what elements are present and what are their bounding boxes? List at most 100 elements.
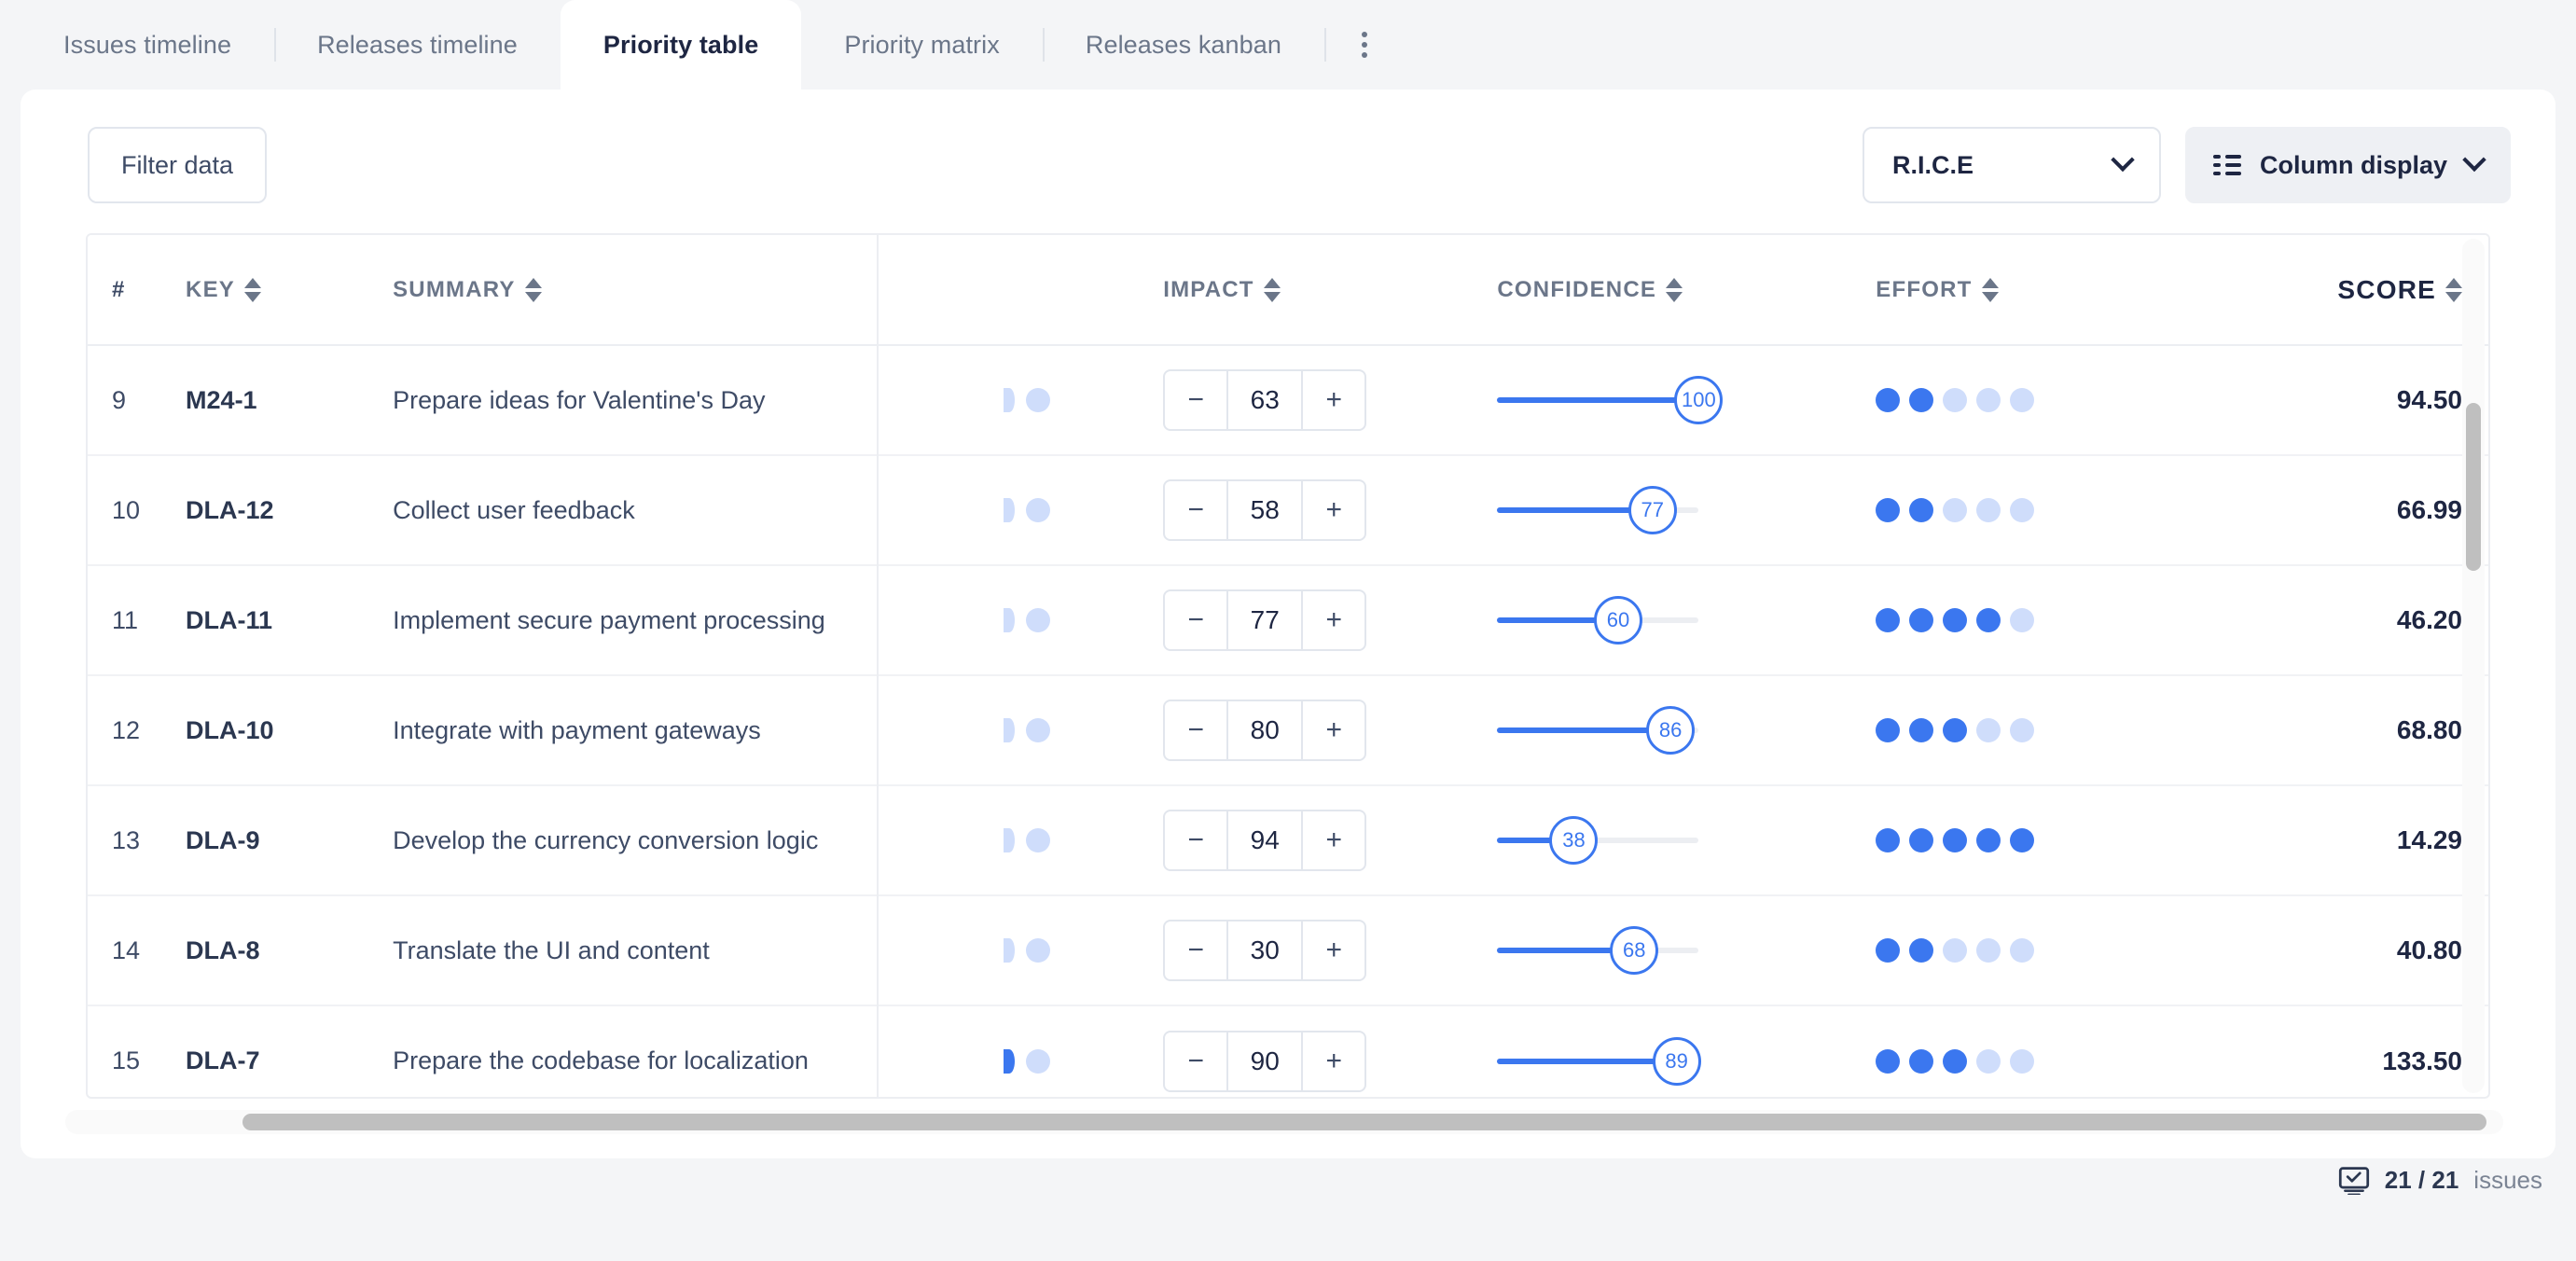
sort-toggle-icon[interactable] — [2445, 277, 2462, 302]
cell-summary[interactable]: Develop the currency conversion logic — [393, 785, 1030, 896]
impact-value[interactable]: 30 — [1228, 922, 1301, 979]
cell-reach[interactable] — [1003, 895, 1164, 1006]
tab-priority-matrix[interactable]: Priority matrix — [801, 0, 1043, 90]
cell-effort[interactable] — [1876, 675, 2154, 786]
cell-confidence[interactable]: 68 — [1497, 895, 1877, 1006]
cell-effort[interactable] — [1876, 565, 2154, 676]
effort-dot[interactable] — [1943, 1048, 1968, 1074]
cell-reach[interactable] — [1003, 345, 1164, 456]
effort-dots[interactable] — [1876, 718, 2154, 742]
column-header-key[interactable]: KEY — [186, 235, 394, 346]
cell-issue-key[interactable]: DLA-11 — [186, 565, 394, 676]
reach-dot[interactable] — [1025, 388, 1050, 412]
cell-impact[interactable]: −94 + — [1163, 785, 1498, 896]
effort-dots[interactable] — [1876, 608, 2154, 632]
horizontal-scrollbar-thumb[interactable] — [242, 1114, 2486, 1130]
reach-dot[interactable] — [1025, 608, 1050, 632]
effort-dot[interactable] — [1976, 498, 2001, 522]
cell-confidence[interactable]: 60 — [1497, 565, 1877, 676]
reach-dot-clipped[interactable] — [1003, 608, 1015, 632]
impact-decrement-button[interactable]: − — [1165, 701, 1229, 759]
impact-value[interactable]: 90 — [1228, 1032, 1301, 1090]
impact-stepper[interactable]: −63 + — [1163, 369, 1367, 431]
confidence-slider[interactable]: 38 — [1497, 810, 1699, 871]
column-header-score[interactable]: SCORE — [2154, 235, 2488, 346]
cell-reach[interactable] — [1003, 785, 1164, 896]
reach-dots[interactable] — [1003, 388, 1163, 412]
impact-increment-button[interactable]: + — [1301, 922, 1364, 979]
reach-dot-clipped[interactable] — [1003, 388, 1015, 412]
cell-impact[interactable]: −90 + — [1163, 1005, 1497, 1097]
sort-toggle-icon[interactable] — [1981, 277, 1999, 302]
confidence-slider[interactable]: 77 — [1497, 479, 1699, 541]
effort-dot[interactable] — [1909, 718, 1934, 742]
reach-dot[interactable] — [1025, 828, 1050, 852]
framework-select[interactable]: R.I.C.E — [1862, 127, 2161, 203]
table-row[interactable]: 10 DLA-12 Collect user feedback −58 +77 66.99 — [88, 455, 2488, 566]
cell-summary[interactable]: Collect user feedback — [393, 455, 1030, 566]
effort-dot[interactable] — [2010, 938, 2035, 963]
cell-impact[interactable]: −58 + — [1163, 455, 1498, 566]
effort-dots[interactable] — [1876, 828, 2154, 852]
tab-releases-kanban[interactable]: Releases kanban — [1042, 0, 1324, 90]
impact-increment-button[interactable]: + — [1301, 481, 1364, 539]
reach-dot-clipped[interactable] — [1003, 718, 1015, 742]
effort-dots[interactable] — [1876, 498, 2154, 522]
cell-effort[interactable] — [1876, 1005, 2154, 1097]
effort-dot[interactable] — [1909, 938, 1934, 963]
impact-decrement-button[interactable]: − — [1165, 371, 1229, 429]
impact-increment-button[interactable]: + — [1301, 811, 1364, 869]
cell-issue-key[interactable]: DLA-12 — [186, 455, 394, 566]
column-header-confidence[interactable]: CONFIDENCE — [1497, 235, 1877, 346]
impact-value[interactable]: 94 — [1228, 811, 1301, 869]
effort-dot[interactable] — [1976, 718, 2001, 742]
reach-dot-clipped[interactable] — [1003, 828, 1015, 852]
effort-dot[interactable] — [1943, 608, 1968, 632]
confidence-slider[interactable]: 60 — [1497, 589, 1699, 651]
table-row[interactable]: 15 DLA-7 Prepare the codebase for localiza… — [88, 1005, 2488, 1097]
confidence-slider[interactable]: 89 — [1497, 1031, 1701, 1092]
confidence-slider-knob[interactable]: 68 — [1610, 926, 1659, 975]
cell-impact[interactable]: −77 + — [1163, 565, 1498, 676]
reach-dot-clipped[interactable] — [1003, 938, 1015, 963]
effort-dot[interactable] — [1943, 938, 1968, 963]
impact-decrement-button[interactable]: − — [1165, 591, 1229, 649]
reach-dots[interactable] — [1003, 1048, 1163, 1074]
effort-dot[interactable] — [2010, 1048, 2035, 1074]
confidence-slider-knob[interactable]: 77 — [1627, 486, 1677, 534]
cell-issue-key[interactable]: DLA-7 — [186, 1005, 393, 1097]
cell-confidence[interactable]: 38 — [1497, 785, 1877, 896]
cell-summary[interactable]: Prepare ideas for Valentine's Day — [393, 345, 1030, 456]
reach-dots[interactable] — [1003, 828, 1163, 852]
impact-increment-button[interactable]: + — [1301, 1032, 1364, 1090]
impact-decrement-button[interactable]: − — [1165, 1032, 1229, 1090]
effort-dot[interactable] — [2010, 828, 2035, 852]
column-display-button[interactable]: Column display — [2184, 127, 2511, 203]
reach-dot-clipped[interactable] — [1003, 498, 1015, 522]
reach-dot[interactable] — [1025, 1048, 1050, 1074]
cell-reach[interactable] — [1003, 455, 1164, 566]
impact-value[interactable]: 80 — [1228, 701, 1301, 759]
cell-impact[interactable]: −30 + — [1163, 895, 1498, 1006]
impact-increment-button[interactable]: + — [1301, 371, 1364, 429]
vertical-scrollbar[interactable] — [2462, 239, 2485, 1093]
tab-releases-timeline[interactable]: Releases timeline — [274, 0, 561, 90]
cell-issue-key[interactable]: DLA-10 — [186, 675, 394, 786]
impact-stepper[interactable]: −58 + — [1163, 479, 1367, 541]
confidence-slider[interactable]: 68 — [1497, 920, 1699, 981]
table-row[interactable]: 11 DLA-11 Implement secure payment process… — [88, 565, 2488, 676]
confidence-slider[interactable]: 86 — [1497, 700, 1699, 761]
vertical-scrollbar-thumb[interactable] — [2466, 403, 2481, 571]
impact-decrement-button[interactable]: − — [1165, 811, 1229, 869]
effort-dots[interactable] — [1876, 388, 2154, 412]
column-header-effort[interactable]: EFFORT — [1876, 235, 2154, 346]
cell-effort[interactable] — [1876, 785, 2154, 896]
tab-priority-table[interactable]: Priority table — [560, 0, 802, 90]
effort-dot[interactable] — [1909, 608, 1934, 632]
cell-impact[interactable]: −63 + — [1163, 345, 1498, 456]
reach-dot[interactable] — [1025, 498, 1050, 522]
tabs-overflow-button[interactable] — [1324, 0, 1405, 90]
cell-effort[interactable] — [1876, 345, 2154, 456]
cell-summary[interactable]: Implement secure payment processing — [393, 565, 1030, 676]
effort-dot[interactable] — [2010, 498, 2035, 522]
